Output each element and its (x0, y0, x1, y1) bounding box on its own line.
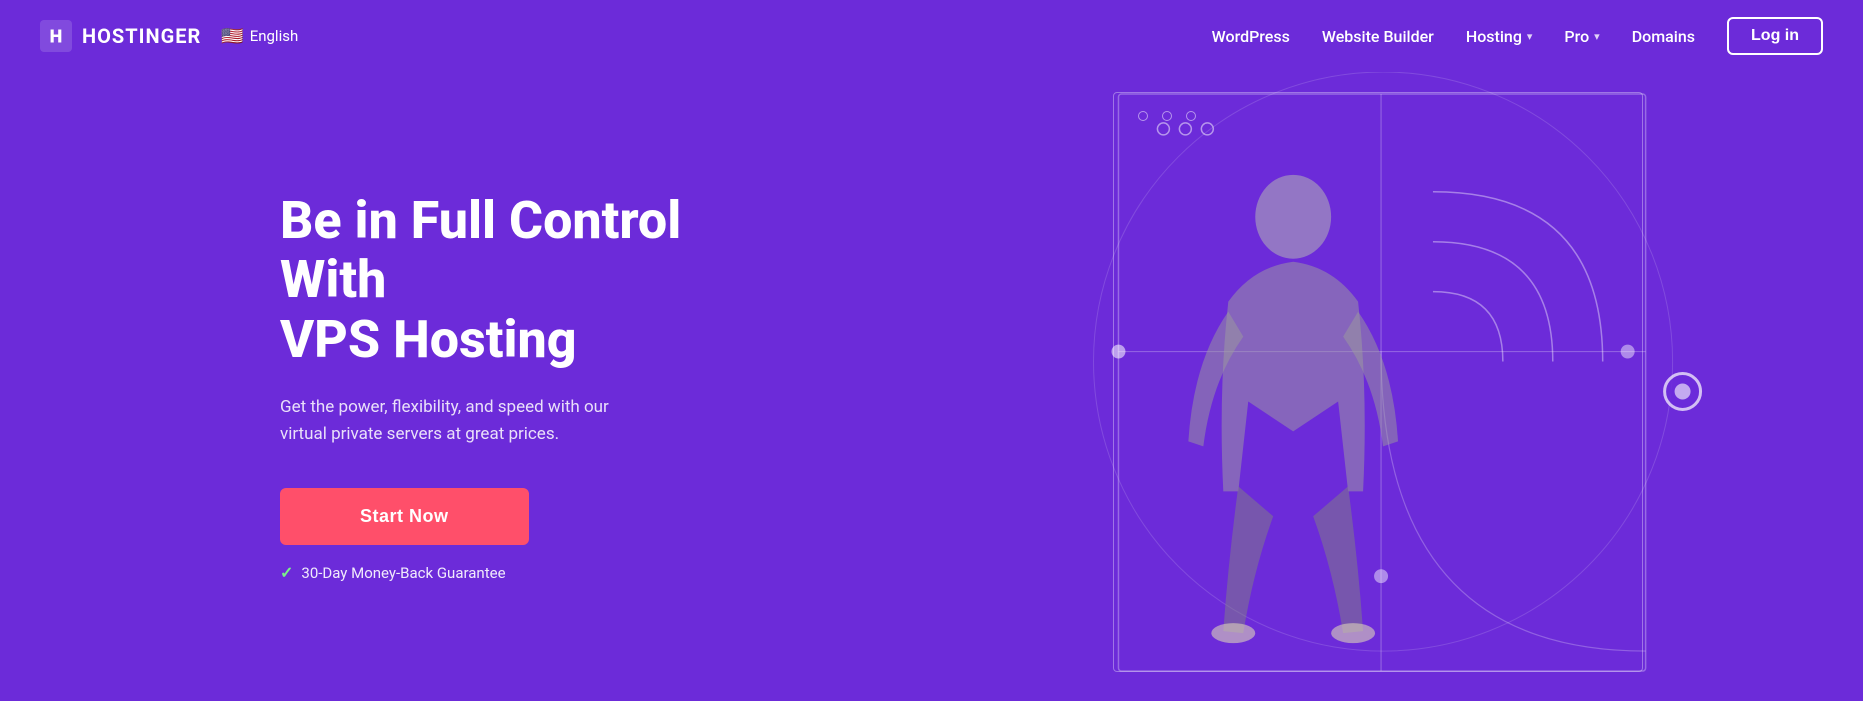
svg-text:H: H (50, 26, 63, 47)
hero-title: Be in Full Control WithVPS Hosting (280, 191, 700, 370)
start-now-button[interactable]: Start Now (280, 488, 529, 545)
window-dots (1138, 111, 1196, 121)
navbar-left: H HOSTINGER 🇺🇸 English (40, 20, 298, 52)
language-selector[interactable]: 🇺🇸 English (221, 26, 298, 47)
hosting-chevron-icon: ▾ (1527, 30, 1533, 43)
window-dot-2 (1162, 111, 1172, 121)
navbar-right: WordPress Website Builder Hosting ▾ Pro … (1212, 17, 1823, 55)
window-frame (1113, 92, 1643, 672)
checkmark-icon: ✓ (280, 563, 293, 582)
nav-wordpress[interactable]: WordPress (1212, 27, 1290, 46)
hero-section: Be in Full Control WithVPS Hosting Get t… (0, 72, 1863, 701)
nav-website-builder[interactable]: Website Builder (1322, 27, 1434, 46)
hero-content: Be in Full Control WithVPS Hosting Get t… (0, 191, 700, 583)
login-button[interactable]: Log in (1727, 17, 1823, 55)
language-label: English (250, 27, 299, 45)
window-dot-3 (1186, 111, 1196, 121)
navbar: H HOSTINGER 🇺🇸 English WordPress Website… (0, 0, 1863, 72)
logo-text: HOSTINGER (82, 24, 201, 48)
hero-visual (1063, 72, 1763, 701)
window-dot-1 (1138, 111, 1148, 121)
guarantee-badge: ✓ 30-Day Money-Back Guarantee (280, 563, 700, 582)
hostinger-logo-icon: H (40, 20, 72, 52)
hero-subtitle: Get the power, flexibility, and speed wi… (280, 394, 640, 448)
pro-chevron-icon: ▾ (1594, 30, 1600, 43)
guarantee-text: 30-Day Money-Back Guarantee (301, 564, 505, 582)
nav-pro[interactable]: Pro ▾ (1564, 27, 1599, 46)
nav-hosting[interactable]: Hosting ▾ (1466, 27, 1533, 46)
nav-domains[interactable]: Domains (1632, 27, 1695, 46)
flag-icon: 🇺🇸 (221, 26, 243, 47)
logo[interactable]: H HOSTINGER (40, 20, 201, 52)
